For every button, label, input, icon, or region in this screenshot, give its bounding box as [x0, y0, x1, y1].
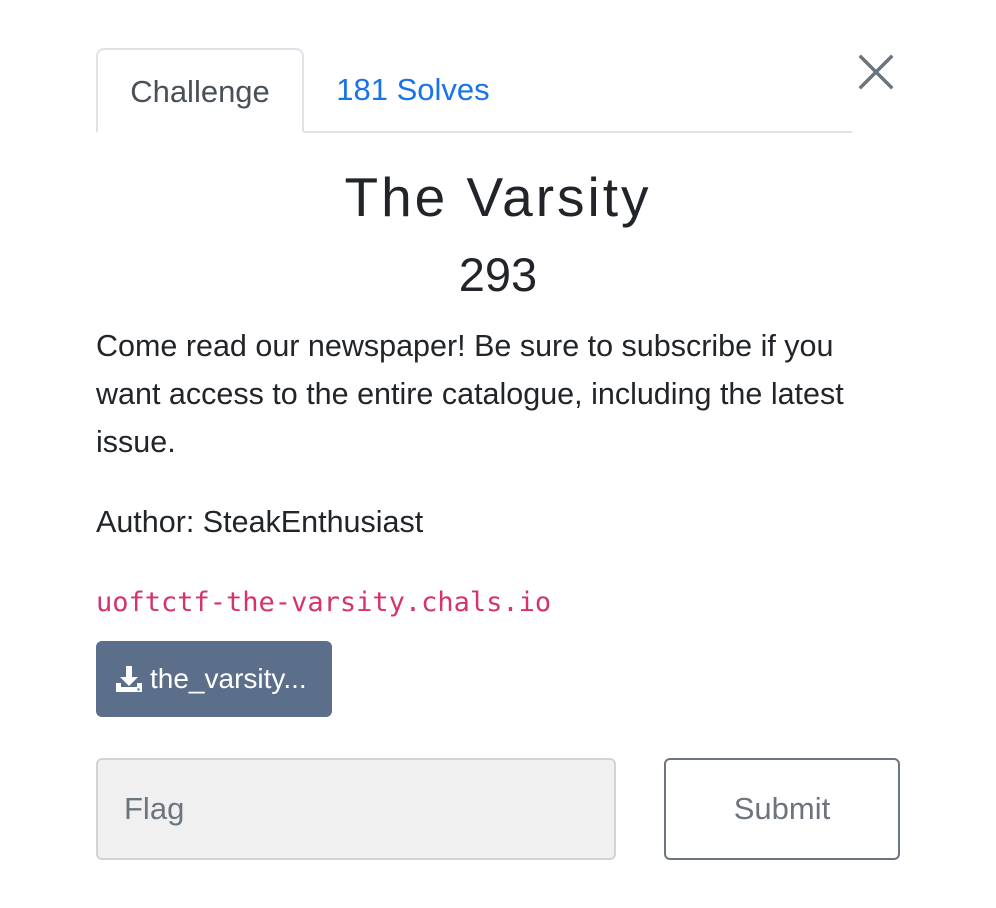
flag-input[interactable] — [96, 758, 616, 860]
close-icon — [858, 54, 894, 90]
tab-solves[interactable]: 181 Solves — [308, 48, 518, 131]
submit-button[interactable]: Submit — [664, 758, 900, 860]
challenge-title: The Varsity — [344, 166, 652, 228]
download-icon — [116, 666, 142, 692]
close-button[interactable] — [854, 50, 898, 94]
challenge-points: 293 — [458, 248, 538, 301]
tab-challenge[interactable]: Challenge — [96, 48, 304, 133]
challenge-description: Come read our newspaper! Be sure to subs… — [96, 329, 844, 459]
file-name-label: the_varsity... — [150, 663, 307, 694]
challenge-author: Author: SteakEnthusiast — [96, 505, 424, 539]
download-file-button[interactable]: the_varsity... — [96, 641, 332, 717]
connection-info: uoftctf-the-varsity.chals.io — [96, 587, 552, 618]
challenge-tabs: Challenge 181 Solves — [96, 48, 852, 133]
challenge-modal: Challenge 181 Solves The Varsity 293 Com… — [0, 0, 996, 908]
